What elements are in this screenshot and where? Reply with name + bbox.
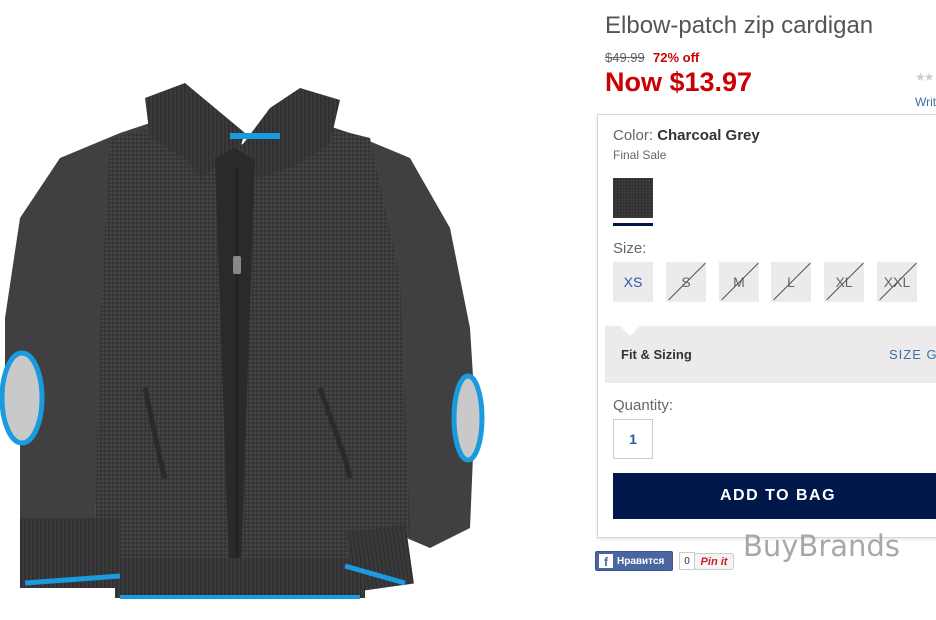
size-option-xs[interactable]: XS — [613, 262, 653, 302]
size-label: Size: — [613, 240, 647, 257]
facebook-like-label: Нравится — [617, 555, 665, 567]
product-image[interactable] — [0, 78, 500, 612]
size-option-s[interactable]: S — [666, 262, 706, 302]
unavailable-slash-icon — [668, 262, 706, 301]
left-elbow-patch — [0, 350, 45, 446]
final-sale-note: Final Sale — [613, 148, 667, 162]
discount-badge: 72% off — [653, 50, 700, 65]
size-option-m[interactable]: M — [719, 262, 759, 302]
facebook-like-button[interactable]: f Нравится — [595, 551, 673, 571]
color-line: Color: Charcoal Grey — [613, 127, 760, 144]
swatch-selected-indicator — [613, 223, 653, 226]
color-value: Charcoal Grey — [657, 127, 760, 144]
color-label: Color: — [613, 127, 654, 144]
add-to-bag-button[interactable]: ADD TO BAG — [613, 473, 936, 519]
facebook-icon: f — [599, 554, 613, 568]
unavailable-slash-icon — [721, 262, 759, 301]
quantity-label: Quantity: — [613, 397, 674, 414]
size-guide-link[interactable]: SIZE G — [889, 347, 936, 362]
unavailable-slash-icon — [773, 262, 811, 301]
pinterest-pin-button[interactable]: Pin it — [694, 553, 734, 570]
watermark: BuyBrands — [743, 529, 900, 563]
fit-sizing-label: Fit & Sizing — [621, 347, 692, 362]
size-option-xxl[interactable]: XXL — [877, 262, 917, 302]
right-elbow-patch — [451, 373, 485, 463]
size-option-xl[interactable]: XL — [824, 262, 864, 302]
fit-notch-icon — [620, 326, 640, 336]
original-price: $49.99 — [605, 50, 645, 65]
sale-price: Now $13.97 — [605, 67, 753, 97]
size-option-l[interactable]: L — [771, 262, 811, 302]
rating-stars-icon[interactable]: ★★ — [915, 70, 934, 84]
unavailable-slash-icon — [826, 262, 864, 301]
color-swatch-charcoal-grey[interactable] — [613, 178, 653, 218]
quantity-input[interactable]: 1 — [613, 419, 653, 459]
product-title: Elbow-patch zip cardigan — [605, 12, 874, 39]
write-review-link[interactable]: Writ — [915, 95, 936, 109]
facebook-like-count: 0 — [679, 552, 695, 570]
